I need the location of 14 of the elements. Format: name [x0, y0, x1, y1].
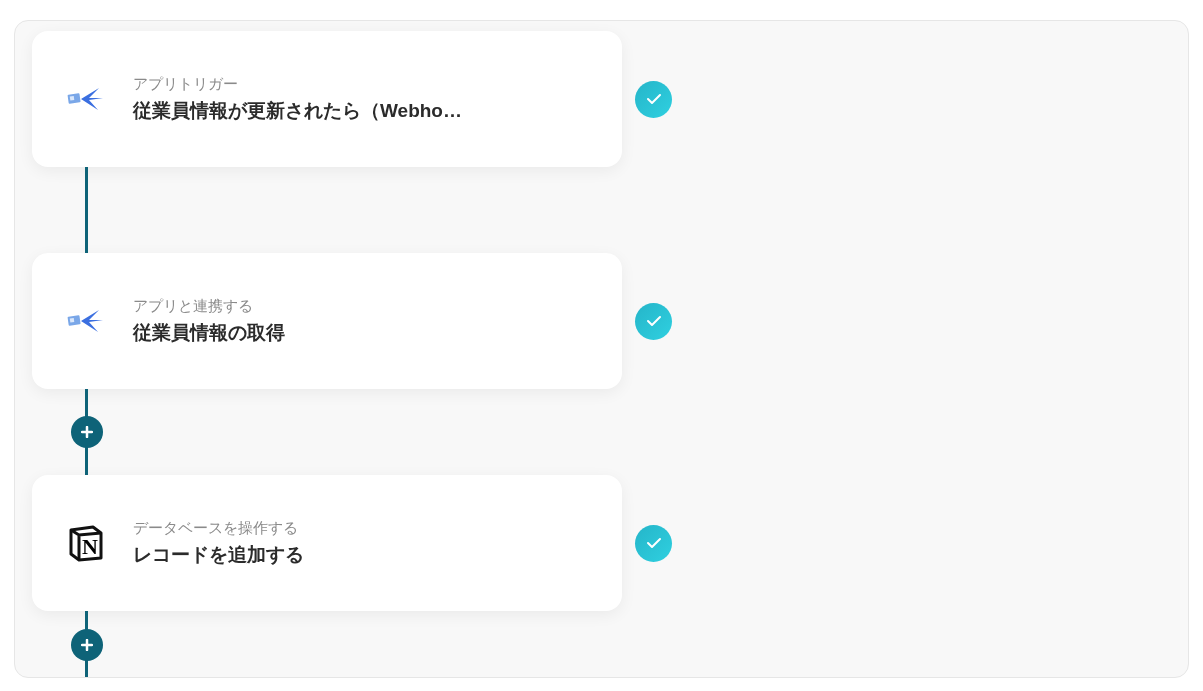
step-category: アプリトリガー: [133, 74, 239, 94]
step-card[interactable]: アプリと連携する 従業員情報の取得: [32, 253, 622, 389]
add-step-button[interactable]: [71, 416, 103, 448]
plus-icon: [81, 426, 93, 438]
plus-icon: [81, 638, 93, 651]
step-card[interactable]: N データベースを操作する レコードを追加する: [32, 475, 622, 611]
step-category: データベースを操作する: [133, 518, 299, 538]
step-title: 従業員情報が更新されたら（Webho…: [133, 99, 462, 123]
step-category: アプリと連携する: [133, 296, 254, 316]
step-title: 従業員情報の取得: [133, 321, 285, 345]
step-title: レコードを追加する: [133, 543, 304, 567]
step-card[interactable]: アプリトリガー 従業員情報が更新されたら（Webho…: [32, 31, 622, 167]
notion-logo-icon: N: [67, 524, 105, 562]
add-step-button[interactable]: [71, 628, 103, 661]
